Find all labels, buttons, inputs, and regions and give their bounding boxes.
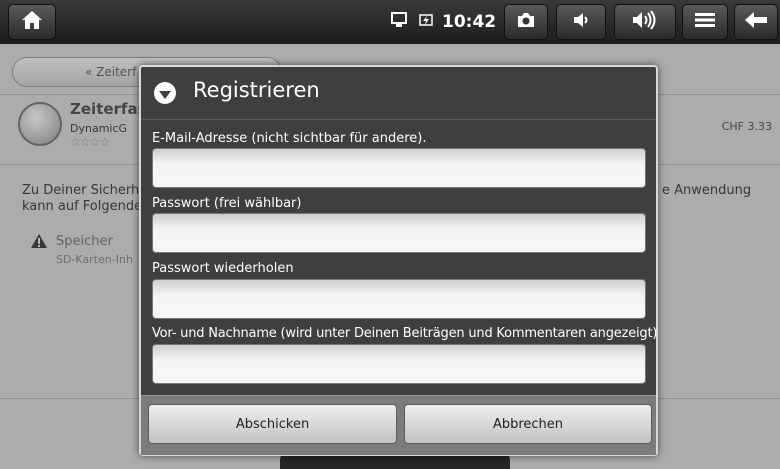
dialog-title: Registrieren [193,78,320,102]
password-repeat-label: Passwort wiederholen [152,261,294,276]
email-field[interactable] [152,148,646,188]
home-button[interactable] [8,4,56,40]
submit-button[interactable]: Abschicken [148,404,397,444]
fullname-label: Vor- und Nachname (wird unter Deinen Bei… [152,326,658,341]
register-dialog: Registrieren E-Mail-Adresse (nicht sicht… [139,65,658,456]
dropdown-circle-icon [154,82,176,104]
notification-tray: 10:42 [390,0,496,44]
volume-down-icon [571,11,591,33]
menu-icon [694,11,716,33]
cancel-button[interactable]: Abbrechen [404,404,652,444]
volume-up-button[interactable] [614,4,676,40]
volume-down-button[interactable] [556,4,606,40]
back-button[interactable] [734,4,778,40]
fullname-field[interactable] [152,344,646,384]
usb-icon [390,11,410,33]
clock: 10:42 [442,12,497,32]
charging-icon [418,11,434,33]
system-bar: 10:42 [0,0,780,44]
home-icon [21,10,43,34]
password-label: Passwort (frei wählbar) [152,196,302,211]
email-label: E-Mail-Adresse (nicht sichtbar für ander… [152,131,427,146]
back-arrow-icon [744,11,768,33]
dialog-header: Registrieren [141,67,656,120]
password-repeat-field[interactable] [152,279,646,319]
password-field[interactable] [152,213,646,253]
volume-up-icon [631,10,659,34]
dialog-button-bar: Abschicken Abbrechen [141,395,656,455]
menu-button[interactable] [682,4,728,40]
camera-icon [516,12,536,32]
screenshot-button[interactable] [504,4,548,40]
